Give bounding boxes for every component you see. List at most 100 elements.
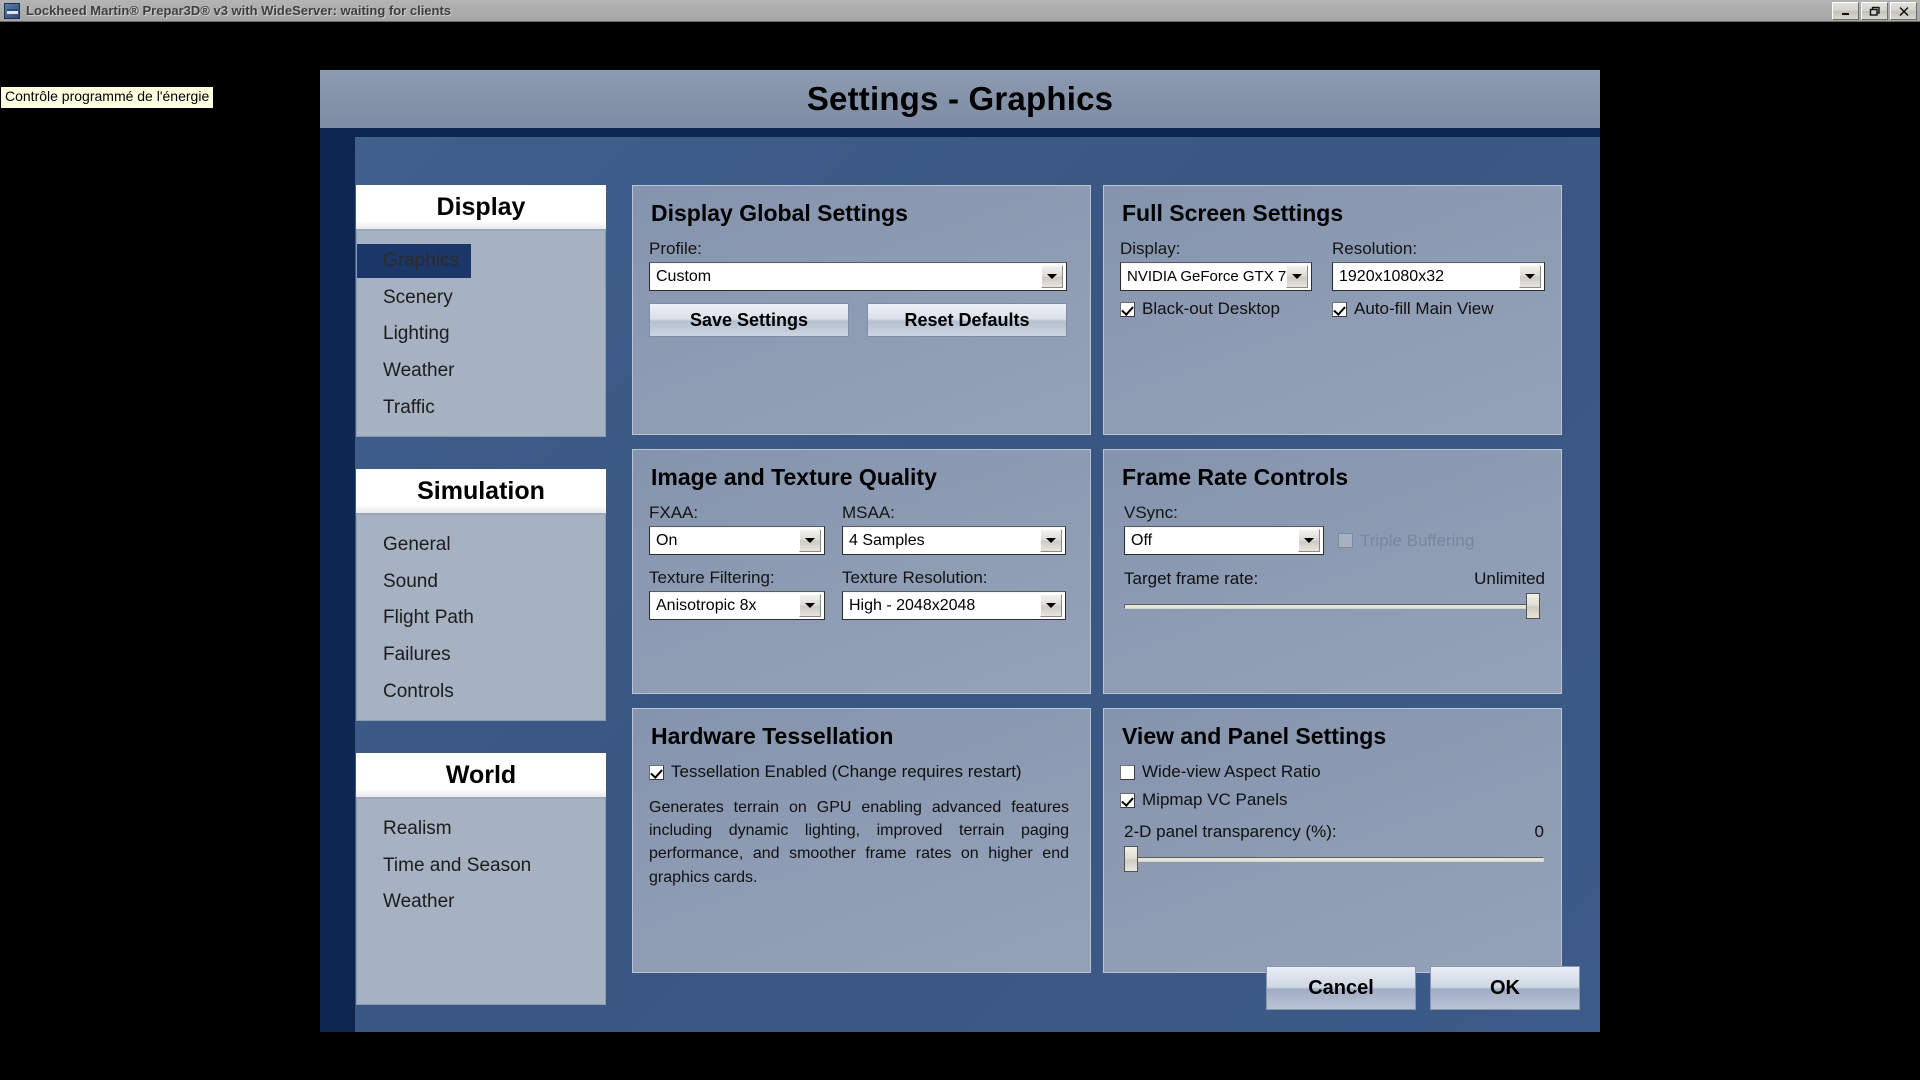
sidebar-item-general[interactable]: General bbox=[357, 528, 451, 562]
vsync-select-value: Off bbox=[1131, 531, 1153, 549]
panel-row-3: Hardware Tessellation Tessellation Enabl… bbox=[632, 708, 1562, 973]
profile-select-value: Custom bbox=[656, 267, 712, 285]
panel-title-view-panel: View and Panel Settings bbox=[1122, 723, 1387, 749]
transparency-row: 2-D panel transparency (%): 0 bbox=[1124, 822, 1544, 842]
dialog-footer: Cancel OK bbox=[1266, 966, 1580, 1010]
chevron-down-icon[interactable] bbox=[1040, 594, 1062, 617]
panel-title-display-global: Display Global Settings bbox=[651, 200, 908, 226]
panel-title-image-texture: Image and Texture Quality bbox=[651, 464, 937, 490]
texture-filtering-select-value: Anisotropic 8x bbox=[656, 596, 757, 614]
slider-thumb[interactable] bbox=[1124, 846, 1138, 872]
sidebar-item-weather[interactable]: Weather bbox=[357, 354, 454, 388]
save-settings-button[interactable]: Save Settings bbox=[649, 303, 849, 337]
nav-group-simulation: Simulation General Sound Flight Path Fai… bbox=[356, 469, 606, 721]
nav-group-display: Display Graphics Scenery Lighting Weathe… bbox=[356, 185, 606, 437]
autofill-main-view-label: Auto-fill Main View bbox=[1354, 299, 1494, 318]
restore-button[interactable] bbox=[1861, 2, 1888, 20]
dialog-top-rail bbox=[320, 128, 1600, 137]
panel-title-hardware-tessellation: Hardware Tessellation bbox=[651, 723, 894, 749]
chevron-down-icon[interactable] bbox=[799, 529, 821, 552]
texture-resolution-select[interactable]: High - 2048x2048 bbox=[842, 591, 1066, 620]
sidebar-item-failures[interactable]: Failures bbox=[357, 638, 451, 672]
display-select[interactable]: NVIDIA GeForce GTX 770 bbox=[1120, 262, 1312, 291]
chevron-down-icon[interactable] bbox=[1286, 265, 1308, 288]
fxaa-select[interactable]: On bbox=[649, 526, 825, 555]
tessellation-enabled-checkbox[interactable]: Tessellation Enabled (Change requires re… bbox=[649, 762, 1074, 782]
panel-display-global-settings: Display Global Settings Profile: Custom … bbox=[632, 185, 1091, 435]
autofill-main-view-checkbox[interactable]: Auto-fill Main View bbox=[1332, 299, 1545, 319]
panel-full-screen-settings: Full Screen Settings Display: NVIDIA GeF… bbox=[1103, 185, 1562, 435]
resolution-select[interactable]: 1920x1080x32 bbox=[1332, 262, 1545, 291]
label-vsync: VSync: bbox=[1124, 503, 1178, 522]
transparency-slider[interactable] bbox=[1124, 846, 1544, 872]
triple-buffering-label: Triple Buffering bbox=[1360, 530, 1475, 550]
app-icon bbox=[4, 2, 20, 19]
settings-dialog: Settings - Graphics Display Graphics Sce… bbox=[320, 70, 1600, 1032]
sidebar-item-traffic[interactable]: Traffic bbox=[357, 391, 435, 425]
label-target-frame-rate: Target frame rate: bbox=[1124, 569, 1259, 588]
mipmap-vc-panels-label: Mipmap VC Panels bbox=[1142, 790, 1288, 809]
sidebar-item-sound[interactable]: Sound bbox=[357, 565, 438, 599]
sidebar-item-time-and-season[interactable]: Time and Season bbox=[357, 849, 531, 883]
label-display: Display: bbox=[1120, 239, 1181, 258]
window-titlebar: Lockheed Martin® Prepar3D® v3 with WideS… bbox=[0, 0, 1920, 22]
msaa-select[interactable]: 4 Samples bbox=[842, 526, 1066, 555]
wide-view-aspect-ratio-checkbox[interactable]: Wide-view Aspect Ratio bbox=[1120, 762, 1545, 782]
chevron-down-icon[interactable] bbox=[1298, 529, 1320, 552]
label-profile: Profile: bbox=[649, 239, 702, 258]
settings-sidebar: Display Graphics Scenery Lighting Weathe… bbox=[356, 185, 606, 1037]
texture-resolution-select-value: High - 2048x2048 bbox=[849, 596, 976, 614]
chevron-down-icon[interactable] bbox=[1041, 265, 1063, 288]
ok-button[interactable]: OK bbox=[1430, 966, 1580, 1010]
texture-filtering-select[interactable]: Anisotropic 8x bbox=[649, 591, 825, 620]
window-title: Lockheed Martin® Prepar3D® v3 with WideS… bbox=[26, 3, 452, 18]
checkbox-box bbox=[1120, 792, 1135, 808]
target-frame-rate-slider[interactable] bbox=[1124, 593, 1540, 619]
nav-heading-display: Display bbox=[356, 185, 606, 231]
nav-group-world: World Realism Time and Season Weather bbox=[356, 753, 606, 1005]
chevron-down-icon[interactable] bbox=[1519, 265, 1541, 288]
sidebar-item-controls[interactable]: Controls bbox=[357, 675, 454, 709]
sidebar-item-graphics[interactable]: Graphics bbox=[357, 244, 472, 278]
close-button[interactable] bbox=[1890, 2, 1917, 20]
display-select-value: NVIDIA GeForce GTX 770 bbox=[1127, 268, 1286, 285]
dialog-body: Display Graphics Scenery Lighting Weathe… bbox=[320, 128, 1600, 1032]
blackout-desktop-checkbox[interactable]: Black-out Desktop bbox=[1120, 299, 1312, 319]
panel-row-2: Image and Texture Quality FXAA: On MSAA: bbox=[632, 449, 1562, 694]
nav-list-world: Realism Time and Season Weather bbox=[356, 799, 606, 1005]
label-resolution: Resolution: bbox=[1332, 239, 1418, 258]
checkbox-box bbox=[1120, 301, 1135, 317]
cancel-button[interactable]: Cancel bbox=[1266, 966, 1416, 1010]
nav-heading-world: World bbox=[356, 753, 606, 799]
sidebar-item-scenery[interactable]: Scenery bbox=[357, 281, 453, 315]
nav-list-simulation: General Sound Flight Path Failures Contr… bbox=[356, 515, 606, 721]
slider-thumb[interactable] bbox=[1526, 593, 1540, 619]
power-plan-tooltip: Contrôle programmé de l'énergie bbox=[0, 86, 215, 109]
target-frame-rate-row: Target frame rate: Unlimited bbox=[1124, 569, 1545, 589]
reset-defaults-button[interactable]: Reset Defaults bbox=[867, 303, 1067, 337]
chevron-down-icon[interactable] bbox=[799, 594, 821, 617]
profile-select[interactable]: Custom bbox=[649, 262, 1067, 291]
vsync-select[interactable]: Off bbox=[1124, 526, 1324, 555]
window-controls bbox=[1832, 2, 1917, 20]
checkbox-box bbox=[1338, 533, 1353, 548]
panel-view-and-panel-settings: View and Panel Settings Wide-view Aspect… bbox=[1103, 708, 1562, 973]
panel-title-frame-rate: Frame Rate Controls bbox=[1122, 464, 1349, 490]
label-2d-panel-transparency: 2-D panel transparency (%): bbox=[1124, 822, 1337, 841]
nav-heading-simulation: Simulation bbox=[356, 469, 606, 515]
dialog-left-rail bbox=[320, 128, 355, 1032]
label-texture-filtering: Texture Filtering: bbox=[649, 568, 775, 587]
minimize-button[interactable] bbox=[1832, 2, 1859, 20]
page-title: Settings - Graphics bbox=[806, 80, 1114, 117]
sidebar-item-lighting[interactable]: Lighting bbox=[357, 317, 450, 351]
sidebar-item-realism[interactable]: Realism bbox=[357, 812, 452, 846]
sidebar-item-world-weather[interactable]: Weather bbox=[357, 885, 454, 919]
mipmap-vc-panels-checkbox[interactable]: Mipmap VC Panels bbox=[1120, 790, 1545, 810]
chevron-down-icon[interactable] bbox=[1040, 529, 1062, 552]
slider-track bbox=[1124, 604, 1540, 609]
settings-panels: Display Global Settings Profile: Custom … bbox=[632, 185, 1562, 987]
sidebar-item-flight-path[interactable]: Flight Path bbox=[357, 601, 474, 635]
wide-view-aspect-ratio-label: Wide-view Aspect Ratio bbox=[1142, 762, 1321, 781]
dialog-header: Settings - Graphics bbox=[320, 70, 1600, 128]
target-frame-rate-value: Unlimited bbox=[1474, 569, 1545, 588]
